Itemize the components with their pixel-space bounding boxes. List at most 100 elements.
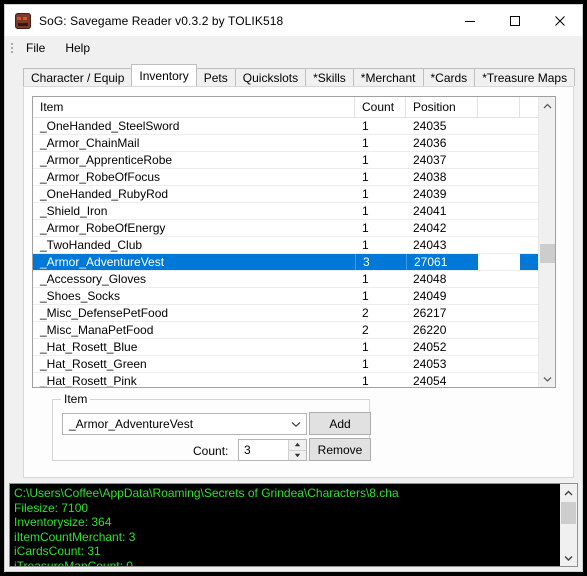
cell-count: 1 bbox=[362, 204, 369, 218]
menu-grip-icon bbox=[7, 41, 16, 55]
window-title: SoG: Savegame Reader v0.3.2 by TOLIK518 bbox=[39, 13, 284, 28]
cell-count: 1 bbox=[362, 153, 369, 167]
table-row[interactable]: _Shield_Iron 1 24041 bbox=[33, 203, 555, 220]
count-stepper[interactable] bbox=[238, 439, 307, 461]
log-scroll-thumb[interactable] bbox=[561, 502, 576, 524]
cell-blank bbox=[478, 373, 520, 387]
cell-item: _Armor_ChainMail bbox=[40, 136, 140, 150]
cell-blank bbox=[478, 322, 520, 338]
remove-button[interactable]: Remove bbox=[309, 438, 371, 461]
table-row[interactable]: _Misc_DefensePetFood 2 26217 bbox=[33, 305, 555, 322]
cell-blank bbox=[478, 220, 520, 236]
chevron-down-icon bbox=[543, 376, 552, 382]
log-scroll-down-button[interactable] bbox=[560, 549, 577, 566]
tab-character-equip[interactable]: Character / Equip bbox=[23, 68, 133, 86]
table-row[interactable]: _OneHanded_RubyRod 1 24039 bbox=[33, 186, 555, 203]
table-row[interactable]: _Armor_RobeOfFocus 1 24038 bbox=[33, 169, 555, 186]
count-input[interactable] bbox=[239, 440, 288, 460]
tab-strip: Character / Equip Inventory Pets Quickslots… bbox=[23, 64, 576, 86]
cell-blank bbox=[478, 186, 520, 202]
cell-item: _Armor_RobeOfEnergy bbox=[40, 221, 166, 235]
table-row[interactable]: _Armor_ChainMail 1 24036 bbox=[33, 135, 555, 152]
count-decrement-button[interactable] bbox=[289, 451, 306, 461]
table-row[interactable]: _Misc_ManaPetFood 2 26220 bbox=[33, 322, 555, 339]
table-row[interactable]: _TwoHanded_Club 1 24043 bbox=[33, 237, 555, 254]
tab-pets[interactable]: Pets bbox=[195, 68, 236, 86]
tab-quickslots[interactable]: Quickslots bbox=[234, 68, 307, 86]
table-row[interactable]: _OneHanded_SteelSword 1 24035 bbox=[33, 118, 555, 135]
menu-bar: File Help bbox=[5, 36, 582, 60]
item-select[interactable]: _Armor_AdventureVest bbox=[62, 413, 307, 435]
scroll-down-button[interactable] bbox=[539, 370, 555, 387]
count-increment-button[interactable] bbox=[289, 440, 306, 451]
add-button[interactable]: Add bbox=[309, 412, 371, 435]
log-scroll-up-button[interactable] bbox=[560, 484, 577, 501]
cell-count: 2 bbox=[362, 323, 369, 337]
list-body: _OneHanded_SteelSword 1 24035 _Armor_ChainM… bbox=[33, 118, 555, 388]
item-group-legend: Item bbox=[61, 392, 91, 406]
cell-blank bbox=[478, 254, 520, 270]
cell-count: 3 bbox=[355, 254, 406, 270]
cell-blank bbox=[478, 152, 520, 168]
cell-count: 1 bbox=[362, 357, 369, 371]
close-button[interactable] bbox=[537, 5, 582, 36]
cell-item: _TwoHanded_Club bbox=[40, 238, 143, 252]
tab-inventory[interactable]: Inventory bbox=[131, 64, 197, 86]
chevron-down-icon bbox=[564, 555, 573, 561]
cell-item: _Hat_Rosett_Pink bbox=[40, 374, 137, 388]
column-header-blank[interactable] bbox=[478, 97, 520, 118]
cell-count: 1 bbox=[362, 289, 369, 303]
table-row[interactable]: _Accessory_Gloves 1 24048 bbox=[33, 271, 555, 288]
maximize-button[interactable] bbox=[492, 5, 537, 36]
app-sprite-icon bbox=[15, 12, 31, 29]
chevron-up-icon bbox=[543, 103, 552, 108]
table-row[interactable]: _Hat_Rosett_Pink 1 24054 bbox=[33, 373, 555, 388]
table-row[interactable]: _Armor_RobeOfEnergy 1 24042 bbox=[33, 220, 555, 237]
table-row[interactable]: _Shoes_Socks 1 24049 bbox=[33, 288, 555, 305]
table-row[interactable]: _Armor_AdventureVest 3 27061 bbox=[33, 254, 555, 271]
window-controls bbox=[447, 5, 582, 36]
list-header-row: Item Count Position bbox=[33, 97, 555, 118]
cell-position: 27061 bbox=[406, 254, 478, 270]
scroll-thumb[interactable] bbox=[540, 244, 555, 263]
table-row[interactable]: _Hat_Rosett_Green 1 24053 bbox=[33, 356, 555, 373]
column-header-item[interactable]: Item bbox=[33, 97, 355, 118]
chevron-down-icon bbox=[286, 421, 306, 428]
log-console[interactable]: C:\Users\Coffee\AppData\Roaming\Secrets … bbox=[9, 483, 578, 567]
count-stepper-buttons bbox=[288, 440, 306, 460]
tab-cards[interactable]: *Cards bbox=[422, 68, 476, 86]
cell-position: 24041 bbox=[413, 204, 447, 218]
cell-position: 24043 bbox=[413, 238, 447, 252]
cell-item: _Hat_Rosett_Green bbox=[40, 357, 147, 371]
cell-count: 1 bbox=[362, 238, 369, 252]
table-row[interactable]: _Hat_Rosett_Blue 1 24052 bbox=[33, 339, 555, 356]
table-row[interactable]: _Armor_ApprenticeRobe 1 24037 bbox=[33, 152, 555, 169]
tab-skills[interactable]: *Skills bbox=[305, 68, 354, 86]
cell-position: 26220 bbox=[413, 323, 447, 337]
cell-item: _Misc_DefensePetFood bbox=[40, 306, 169, 320]
column-header-count[interactable]: Count bbox=[355, 97, 406, 118]
menu-item-help[interactable]: Help bbox=[55, 38, 100, 58]
cell-position: 24052 bbox=[413, 340, 447, 354]
cell-blank bbox=[478, 288, 520, 304]
cell-item: _Misc_ManaPetFood bbox=[40, 323, 154, 337]
cell-position: 24036 bbox=[413, 136, 447, 150]
menu-item-file[interactable]: File bbox=[16, 38, 55, 58]
tab-merchant[interactable]: *Merchant bbox=[352, 68, 424, 86]
cell-position: 24053 bbox=[413, 357, 447, 371]
cell-item: _Armor_AdventureVest bbox=[33, 254, 355, 270]
tab-treasure-maps[interactable]: *Treasure Maps bbox=[474, 68, 576, 86]
cell-position: 24039 bbox=[413, 187, 447, 201]
cell-position: 24037 bbox=[413, 153, 447, 167]
close-icon bbox=[554, 15, 565, 26]
list-vertical-scrollbar[interactable] bbox=[538, 97, 555, 387]
minimize-button[interactable] bbox=[447, 5, 492, 36]
inventory-list-view[interactable]: Item Count Position _OneHanded_SteelSword 1… bbox=[32, 96, 556, 388]
scroll-up-button[interactable] bbox=[539, 97, 555, 114]
cell-item: _OneHanded_SteelSword bbox=[40, 119, 180, 133]
column-header-position[interactable]: Position bbox=[406, 97, 478, 118]
log-vertical-scrollbar[interactable] bbox=[559, 484, 577, 566]
chevron-up-icon bbox=[564, 490, 573, 495]
cell-count: 1 bbox=[362, 187, 369, 201]
item-select-value: _Armor_AdventureVest bbox=[69, 417, 194, 431]
